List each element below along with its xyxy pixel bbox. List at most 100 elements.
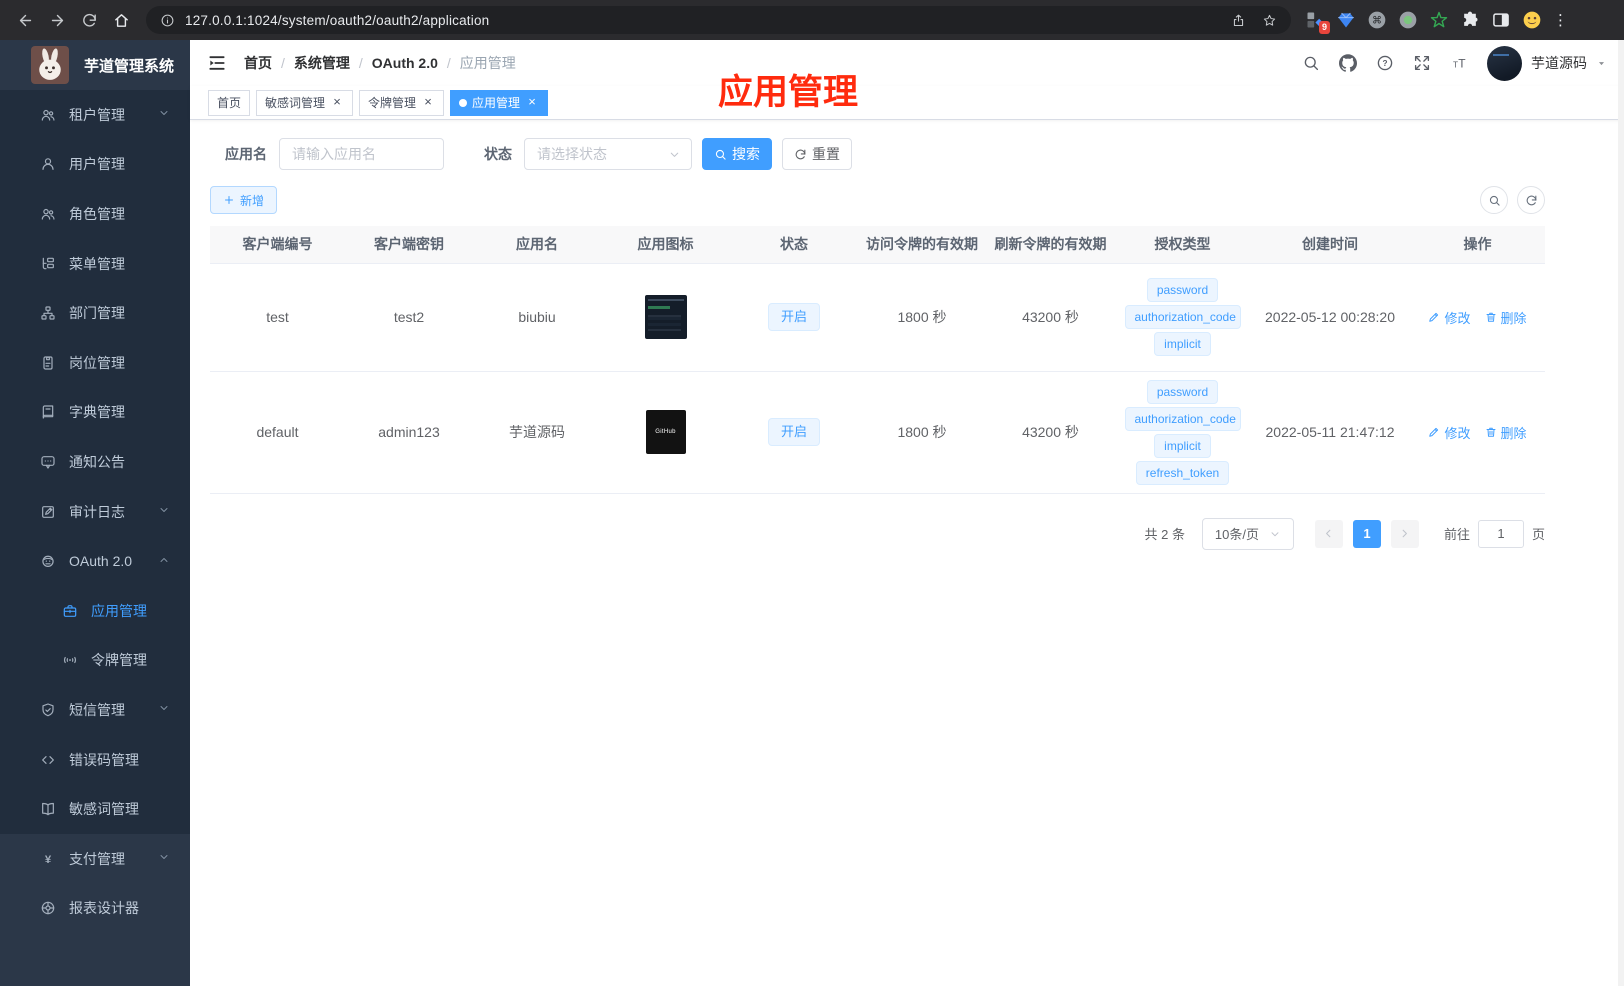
- edit-button-label: 修改: [1444, 425, 1471, 441]
- prev-page-button[interactable]: [1314, 519, 1343, 548]
- grant-type-badge: authorization_code: [1124, 305, 1241, 329]
- sidebar-item-error-code[interactable]: 错误码管理: [0, 735, 190, 785]
- refresh-table-button[interactable]: [1517, 186, 1545, 214]
- github-icon[interactable]: [1339, 54, 1357, 72]
- announcement-icon: [40, 454, 56, 470]
- cell-refresh-token-validity: 43200 秒: [986, 263, 1115, 372]
- close-icon[interactable]: ×: [525, 95, 539, 110]
- edit-button-label: 修改: [1444, 310, 1471, 326]
- sidebar-item-post[interactable]: 岗位管理: [0, 338, 190, 388]
- sidebar-item-pay[interactable]: ¥ 支付管理: [0, 834, 190, 884]
- user-icon: [40, 156, 56, 172]
- gem-icon[interactable]: [1336, 10, 1356, 30]
- user-menu[interactable]: 芋道源码: [1487, 45, 1607, 81]
- forward-button[interactable]: [42, 5, 72, 35]
- app-name-label: 应用名: [225, 146, 267, 162]
- yen-icon: ¥: [40, 851, 56, 867]
- github-thumb-text: GitHub: [655, 429, 676, 435]
- bookmark-star-icon[interactable]: [1262, 13, 1277, 28]
- sidebar-fold-icon[interactable]: [207, 53, 227, 73]
- search-icon[interactable]: [1302, 54, 1320, 72]
- app-name-input[interactable]: [279, 138, 444, 170]
- emoji-icon[interactable]: [1522, 10, 1542, 30]
- sidebar-item-role[interactable]: 角色管理: [0, 189, 190, 239]
- tab-group-icon[interactable]: 9: [1305, 10, 1330, 34]
- edit-icon: [1428, 311, 1440, 323]
- puzzle-icon[interactable]: [1460, 10, 1480, 30]
- dictionary-icon: [40, 404, 56, 420]
- tags-view-tab[interactable]: 令牌管理 ×: [359, 89, 445, 116]
- sidebar-item-label: 令牌管理: [91, 652, 147, 669]
- cell-actions: 修改 删除: [1410, 263, 1545, 372]
- info-icon[interactable]: [160, 13, 175, 28]
- toggle-search-button[interactable]: [1480, 186, 1508, 214]
- column-header: 创建时间: [1250, 226, 1410, 264]
- tags-view-tab[interactable]: 首页: [208, 89, 251, 116]
- site-info-icon[interactable]: [160, 13, 175, 28]
- cell-client-secret: test2: [345, 263, 473, 372]
- grant-type-badge: authorization_code: [1124, 406, 1241, 431]
- chevron-up-icon: [158, 554, 170, 569]
- org-chart-icon: [40, 305, 56, 321]
- help-icon[interactable]: ?: [1376, 54, 1394, 72]
- breadcrumb-item[interactable]: 首页: [244, 53, 272, 73]
- page-size-select[interactable]: 10条/页: [1201, 517, 1294, 550]
- close-icon[interactable]: ×: [330, 95, 344, 110]
- tags-view-tab[interactable]: 应用管理 ×: [450, 89, 549, 116]
- status-select[interactable]: 请选择状态: [524, 138, 692, 170]
- share-icon[interactable]: [1231, 13, 1246, 28]
- record-circle-icon[interactable]: [1398, 10, 1418, 30]
- reload-button[interactable]: [74, 5, 104, 35]
- sidebar-item-menu[interactable]: 菜单管理: [0, 239, 190, 289]
- tab-label: 首页: [217, 96, 242, 110]
- font-size-icon[interactable]: TT: [1450, 54, 1468, 72]
- edit-button[interactable]: 修改: [1428, 423, 1471, 442]
- sidebar-item-audit[interactable]: 审计日志: [0, 487, 190, 537]
- svg-text:T: T: [1453, 61, 1458, 70]
- fullscreen-icon[interactable]: [1413, 54, 1431, 72]
- sidebar-item-sms[interactable]: 短信管理: [0, 685, 190, 735]
- sidebar-item-tenant[interactable]: 租户管理: [0, 90, 190, 140]
- sidebar-item-user[interactable]: 用户管理: [0, 140, 190, 190]
- sidebar-item-label: 租户管理: [69, 106, 125, 123]
- scrollbar-track[interactable]: [1618, 40, 1624, 986]
- pagination: 共 2 条 10条/页 1 前往 页: [210, 517, 1545, 550]
- sidebar-item-notice[interactable]: 通知公告: [0, 437, 190, 487]
- sidebar-item-oauth2-token[interactable]: 令牌管理: [0, 636, 190, 686]
- home-button[interactable]: [106, 5, 136, 35]
- close-icon[interactable]: ×: [421, 95, 435, 110]
- sidebar-item-sensitive-word[interactable]: 敏感词管理: [0, 784, 190, 834]
- tags-view-tab[interactable]: 敏感词管理 ×: [256, 89, 354, 116]
- delete-button[interactable]: 删除: [1485, 308, 1527, 327]
- address-bar[interactable]: 127.0.0.1:1024/system/oauth2/oauth2/appl…: [146, 6, 1291, 34]
- back-icon: [17, 12, 34, 29]
- breadcrumb-item[interactable]: 系统管理: [294, 53, 350, 73]
- page-number-button[interactable]: 1: [1352, 519, 1381, 548]
- delete-button[interactable]: 删除: [1485, 423, 1527, 442]
- goto-page-input[interactable]: [1477, 519, 1524, 548]
- add-button[interactable]: 新增: [210, 186, 278, 214]
- sidebar-item-report-designer[interactable]: 报表设计器: [0, 884, 190, 934]
- next-page-button[interactable]: [1390, 519, 1419, 548]
- sidebar-item-oauth2[interactable]: OAuth 2.0: [0, 536, 190, 586]
- search-button[interactable]: 搜索: [702, 138, 772, 170]
- sidebar-item-label: 支付管理: [69, 850, 125, 867]
- back-button[interactable]: [10, 5, 40, 35]
- split-screen-icon[interactable]: [1491, 10, 1511, 30]
- grant-type-badge: password: [1146, 379, 1219, 404]
- stylus-star-icon[interactable]: [1429, 10, 1449, 30]
- svg-text:¥: ¥: [45, 854, 52, 866]
- command-circle-icon[interactable]: ⌘: [1367, 10, 1387, 30]
- sidebar-item-oauth2-application[interactable]: 应用管理: [0, 586, 190, 636]
- breadcrumb-item[interactable]: OAuth 2.0: [372, 55, 438, 71]
- browser-menu-icon[interactable]: ⋮: [1553, 11, 1568, 29]
- app-logo[interactable]: 芋道管理系统: [0, 40, 190, 90]
- chevron-down-icon: [158, 107, 170, 122]
- edit-button[interactable]: 修改: [1428, 308, 1471, 327]
- sidebar-item-dept[interactable]: 部门管理: [0, 288, 190, 338]
- reset-button[interactable]: 重置: [782, 138, 852, 170]
- url-text[interactable]: 127.0.0.1:1024/system/oauth2/oauth2/appl…: [185, 13, 489, 28]
- sidebar-item-dict[interactable]: 字典管理: [0, 388, 190, 438]
- chevron-down-icon: [1269, 528, 1281, 540]
- table-tools: [1480, 186, 1545, 214]
